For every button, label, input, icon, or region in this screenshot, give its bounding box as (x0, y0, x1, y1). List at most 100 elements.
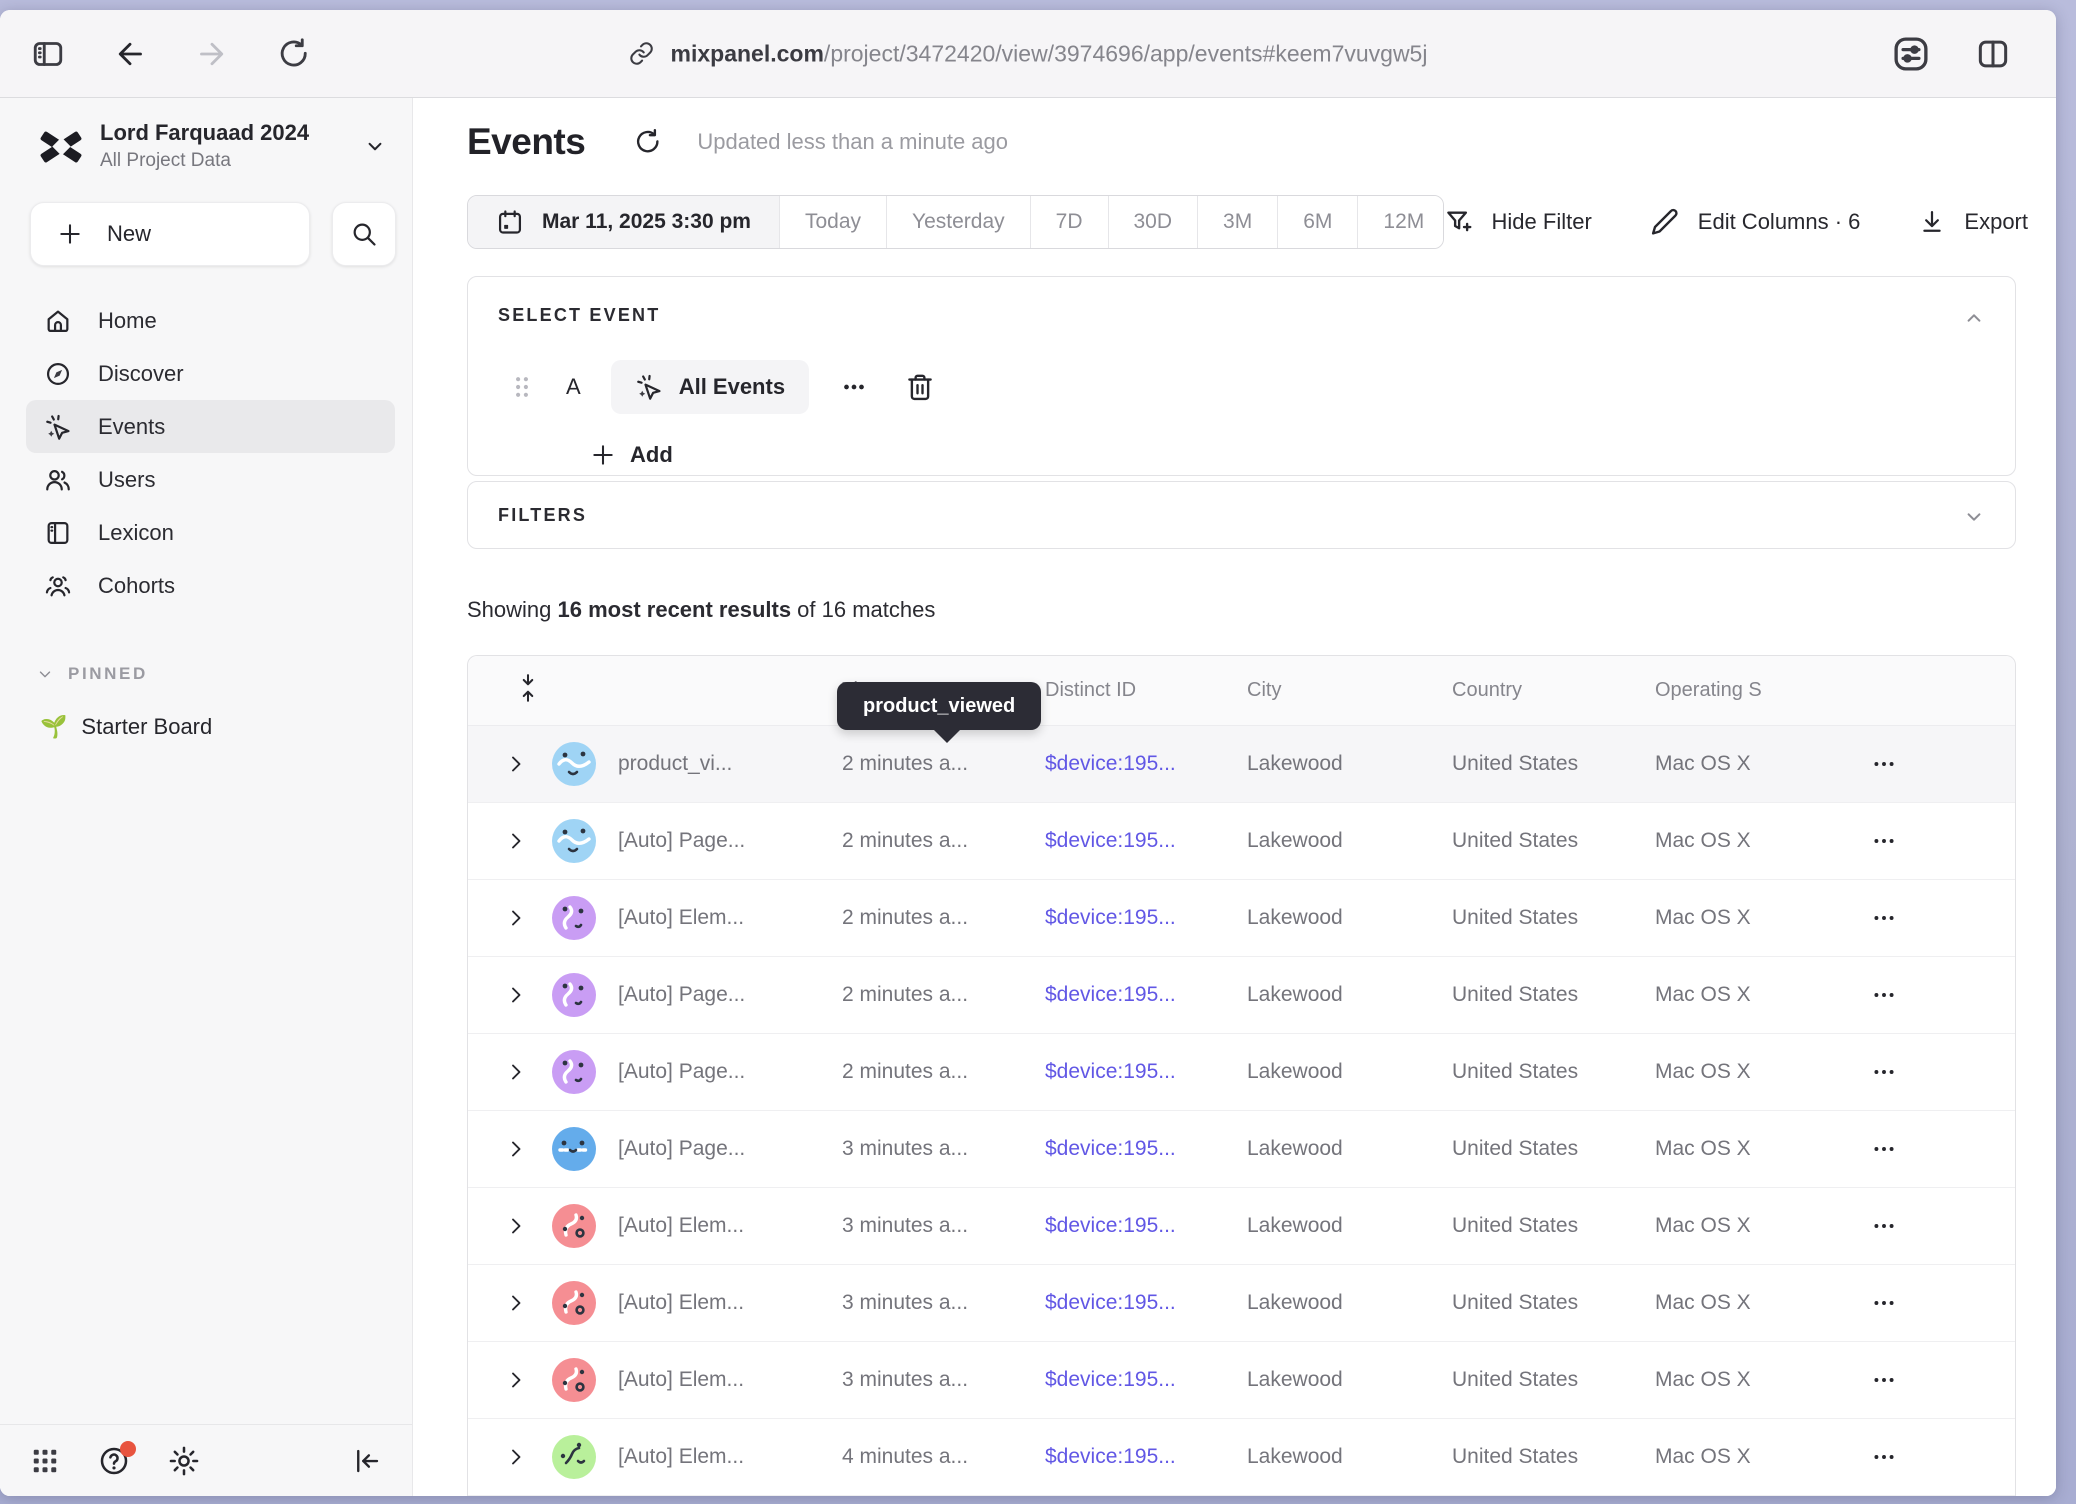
new-button[interactable]: New (30, 202, 310, 266)
pinned-section-header[interactable]: PINNED (36, 664, 412, 684)
plus-icon (57, 221, 83, 247)
cell-distinct-id[interactable]: $device:195... (1045, 1060, 1247, 1084)
trash-icon[interactable] (905, 372, 935, 402)
hide-filter-button[interactable]: Hide Filter (1444, 207, 1592, 237)
browser-sidebar-toggle-icon[interactable] (30, 36, 66, 72)
pinned-header-label: PINNED (68, 664, 148, 684)
cell-distinct-id[interactable]: $device:195... (1045, 983, 1247, 1007)
cell-distinct-id[interactable]: $device:195... (1045, 1291, 1247, 1315)
table-row[interactable]: [Auto] Page... 2 minutes a... $device:19… (468, 1034, 2015, 1111)
cell-distinct-id[interactable]: $device:195... (1045, 752, 1247, 776)
row-actions-icon[interactable] (1871, 1213, 1931, 1239)
sidebar-item-cohorts[interactable]: Cohorts (26, 559, 395, 612)
sidebar-item-users[interactable]: Users (26, 453, 395, 506)
drag-handle-icon[interactable] (512, 374, 532, 400)
expand-row-icon[interactable] (504, 1291, 552, 1315)
expand-row-icon[interactable] (504, 1368, 552, 1392)
expand-panel-icon[interactable] (1961, 504, 1987, 530)
refresh-icon[interactable] (633, 127, 663, 157)
date-range-control: Mar 11, 2025 3:30 pm Today Yesterday 7D … (467, 195, 1444, 249)
row-actions-icon[interactable] (1871, 828, 1931, 854)
row-actions-icon[interactable] (1871, 1444, 1931, 1470)
row-actions-icon[interactable] (1871, 1290, 1931, 1316)
sidebar-item-discover[interactable]: Discover (26, 347, 395, 400)
expand-row-icon[interactable] (504, 1137, 552, 1161)
event-avatar (552, 1435, 596, 1479)
table-row[interactable]: [Auto] Elem... 4 minutes a... $device:19… (468, 1419, 2015, 1496)
expand-row-icon[interactable] (504, 983, 552, 1007)
cell-event: product_vi... (618, 752, 842, 776)
table-row[interactable]: [Auto] Elem... 3 minutes a... $device:19… (468, 1188, 2015, 1265)
table-row[interactable]: [Auto] Elem... 3 minutes a... $device:19… (468, 1342, 2015, 1419)
add-event-button[interactable]: Add (590, 442, 673, 468)
sidebar-item-lexicon[interactable]: Lexicon (26, 506, 395, 559)
column-header-country[interactable]: Country (1452, 679, 1655, 702)
range-6m[interactable]: 6M (1277, 196, 1357, 248)
sidebar-item-starter-board[interactable]: 🌱 Starter Board (40, 714, 412, 740)
chevron-down-icon (362, 133, 388, 159)
reload-icon[interactable] (276, 36, 312, 72)
row-actions-icon[interactable] (1871, 1367, 1931, 1393)
cell-distinct-id[interactable]: $device:195... (1045, 1214, 1247, 1238)
table-row[interactable]: [Auto] Elem... 3 minutes a... $device:19… (468, 1265, 2015, 1342)
column-header-city[interactable]: City (1247, 679, 1452, 702)
table-row[interactable]: product_vi... 2 minutes a... $device:195… (468, 726, 2015, 803)
expand-row-icon[interactable] (504, 906, 552, 930)
collapse-panel-icon[interactable] (1961, 305, 1987, 331)
cell-distinct-id[interactable]: $device:195... (1045, 1368, 1247, 1392)
sort-icon[interactable] (516, 672, 540, 710)
range-today[interactable]: Today (779, 196, 886, 248)
cell-event: [Auto] Elem... (618, 1368, 842, 1392)
table-row[interactable]: [Auto] Page... 3 minutes a... $device:19… (468, 1111, 2015, 1188)
cell-distinct-id[interactable]: $device:195... (1045, 1445, 1247, 1469)
sidebar-item-events[interactable]: Events (26, 400, 395, 453)
cell-city: Lakewood (1247, 1445, 1452, 1469)
expand-row-icon[interactable] (504, 829, 552, 853)
row-actions-icon[interactable] (1871, 1059, 1931, 1085)
address-bar[interactable]: mixpanel.com/project/3472420/view/397469… (629, 40, 1428, 67)
search-button[interactable] (332, 202, 396, 266)
collapse-sidebar-icon[interactable] (352, 1446, 382, 1476)
sidebar-item-home[interactable]: Home (26, 294, 395, 347)
cell-distinct-id[interactable]: $device:195... (1045, 829, 1247, 853)
column-header-os[interactable]: Operating S (1655, 679, 1871, 702)
browser-window: mixpanel.com/project/3472420/view/397469… (0, 10, 2056, 1496)
event-avatar (552, 1050, 596, 1094)
help-icon[interactable] (98, 1445, 130, 1477)
row-actions-icon[interactable] (1871, 905, 1931, 931)
forward-icon[interactable] (194, 36, 230, 72)
all-events-chip[interactable]: All Events (611, 360, 809, 414)
date-picker-button[interactable]: Mar 11, 2025 3:30 pm (468, 196, 779, 248)
edit-columns-button[interactable]: Edit Columns · 6 (1650, 207, 1861, 237)
range-yesterday[interactable]: Yesterday (886, 196, 1030, 248)
range-30d[interactable]: 30D (1108, 196, 1198, 248)
expand-row-icon[interactable] (504, 1214, 552, 1238)
range-12m[interactable]: 12M (1357, 196, 1443, 248)
split-view-icon[interactable] (1974, 35, 2012, 73)
back-icon[interactable] (112, 36, 148, 72)
row-actions-icon[interactable] (1871, 982, 1931, 1008)
export-button[interactable]: Export (1918, 208, 2028, 236)
event-options-icon[interactable] (839, 372, 869, 402)
page-settings-icon[interactable] (1890, 33, 1932, 75)
cell-time: 3 minutes a... (842, 1291, 1045, 1315)
column-header-distinct-id[interactable]: Distinct ID (1045, 679, 1247, 702)
table-row[interactable]: [Auto] Page... 2 minutes a... $device:19… (468, 803, 2015, 880)
apps-grid-icon[interactable] (30, 1446, 60, 1476)
expand-row-icon[interactable] (504, 752, 552, 776)
table-row[interactable]: [Auto] Page... 2 minutes a... $device:19… (468, 957, 2015, 1034)
table-row[interactable]: [Auto] Elem... 2 minutes a... $device:19… (468, 880, 2015, 957)
expand-row-icon[interactable] (504, 1445, 552, 1469)
expand-row-icon[interactable] (504, 1060, 552, 1084)
workspace-switcher[interactable]: Lord Farquaad 2024 All Project Data (38, 120, 388, 172)
gear-icon[interactable] (168, 1445, 200, 1477)
cell-distinct-id[interactable]: $device:195... (1045, 1137, 1247, 1161)
range-3m[interactable]: 3M (1197, 196, 1277, 248)
cell-time: 3 minutes a... (842, 1214, 1045, 1238)
cell-distinct-id[interactable]: $device:195... (1045, 906, 1247, 930)
row-actions-icon[interactable] (1871, 1136, 1931, 1162)
row-actions-icon[interactable] (1871, 751, 1931, 777)
tooltip-text: product_viewed (863, 695, 1015, 718)
range-7d[interactable]: 7D (1030, 196, 1108, 248)
cell-os: Mac OS X (1655, 1291, 1871, 1315)
